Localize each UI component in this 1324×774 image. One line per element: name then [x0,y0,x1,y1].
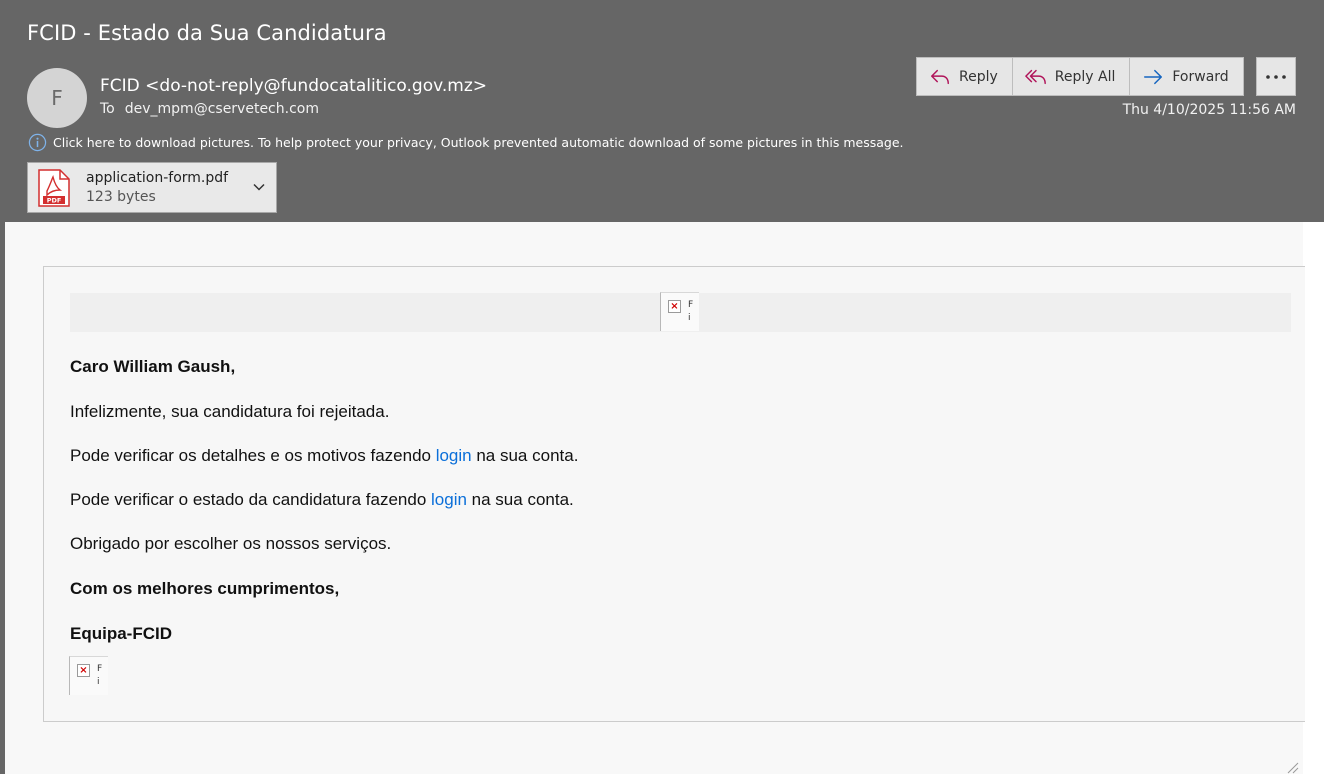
thanks-line: Obrigado por escolher os nossos serviços… [70,534,392,553]
details-line: Pode verificar os detalhes e os motivos … [70,446,578,466]
sender-avatar[interactable]: F [27,68,87,128]
status-line-text: Pode verificar o estado da candidatura f… [70,490,432,509]
reply-label: Reply [959,68,998,85]
resize-grip-icon[interactable] [1284,762,1300,774]
forward-icon [1144,69,1163,84]
status-line-suffix: na sua conta. [466,490,574,509]
more-actions-button[interactable] [1256,57,1296,96]
sender-address[interactable]: FCID <do-not-reply@fundocatalitico.gov.m… [100,76,487,96]
login-link-status[interactable]: login [431,490,467,509]
greeting: Caro William Gaush, [70,357,236,376]
reply-button[interactable]: Reply [916,57,1013,96]
forward-button[interactable]: Forward [1130,57,1244,96]
download-pictures-bar[interactable]: Click here to download pictures. To help… [28,133,903,152]
message-actions: Reply Reply All Forward [916,57,1244,96]
forward-label: Forward [1172,68,1229,85]
message-timestamp: Thu 4/10/2025 11:56 AM [1122,102,1296,118]
email-subject: FCID - Estado da Sua Candidatura [27,21,387,45]
recipient-address[interactable]: dev_mpm@cservetech.com [125,101,319,117]
svg-text:PDF: PDF [47,196,62,204]
pdf-file-icon: PDF [38,168,70,207]
more-options-icon [1266,74,1286,79]
chevron-down-icon[interactable] [252,180,266,194]
attachment-filename: application-form.pdf [86,169,229,186]
attachment-size: 123 bytes [86,188,156,205]
signature: Equipa-FCID [70,624,172,643]
message-header: FCID - Estado da Sua Candidatura F FCID … [0,0,1324,222]
login-link[interactable]: login [436,446,472,465]
details-line-text: Pode verificar os detalhes e os motivos … [70,446,436,465]
details-line-suffix: na sua conta. [471,446,579,465]
email-body-card: × Fi Caro William Gaush, Infelizmente, s… [43,266,1305,722]
reply-all-label: Reply All [1054,68,1116,85]
download-pictures-message: Click here to download pictures. To help… [53,135,904,150]
broken-image-icon[interactable]: × Fi [660,292,699,331]
broken-image-icon[interactable]: × Fi [69,656,108,695]
attachment-card[interactable]: PDF application-form.pdf 123 bytes [27,162,277,213]
status-line: Pode verificar o estado da candidatura f… [70,490,574,510]
attachment-info: application-form.pdf 123 bytes [86,169,228,207]
avatar-initial: F [51,86,63,110]
closing-line: Com os melhores cumprimentos, [70,579,340,598]
to-label: To [100,101,115,117]
reply-all-icon [1024,69,1046,84]
reply-all-button[interactable]: Reply All [1012,57,1131,96]
recipient-line: To dev_mpm@cservetech.com [100,101,319,117]
info-icon [28,133,47,152]
rejection-message: Infelizmente, sua candidatura foi rejeit… [70,402,390,421]
reply-icon [931,69,949,84]
reading-pane-edge [1303,222,1324,774]
